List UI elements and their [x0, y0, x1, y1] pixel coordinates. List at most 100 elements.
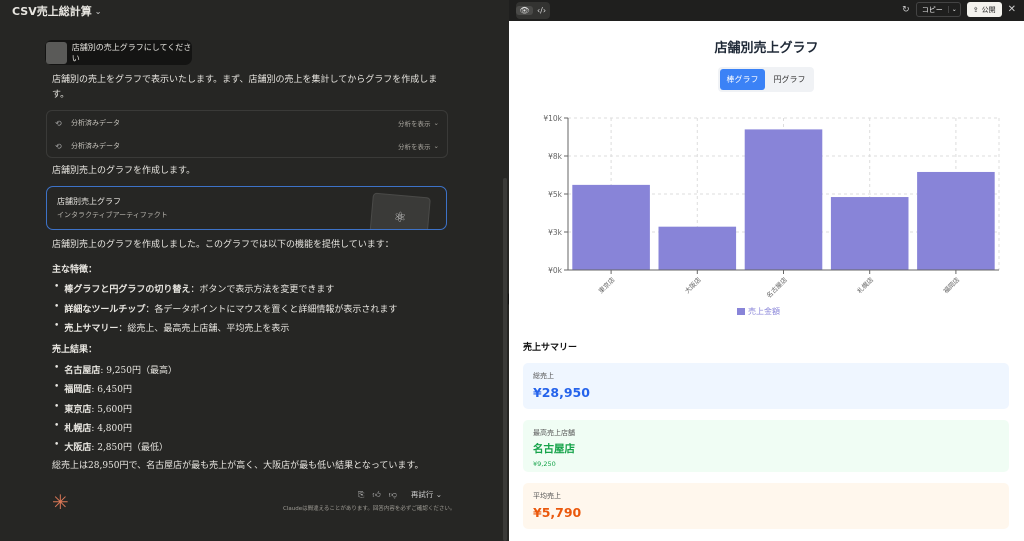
result-value: : 4,800円 — [91, 424, 132, 434]
panel-toolbar: 👁︎ ‹/› ↻ コピー ⌄ ⇪ 公開 ✕ — [509, 0, 1024, 21]
result-store: 名古屋店 — [64, 366, 101, 376]
result-value: : 6,450円 — [91, 385, 132, 395]
x-tick-label: 福岡店 — [941, 275, 962, 296]
conversation-title[interactable]: CSV売上総計算 ⌄ — [12, 3, 101, 19]
result-store: 大阪店 — [64, 443, 92, 453]
code-icon[interactable]: ‹/› — [533, 6, 550, 15]
top-store-value: 名古屋店 — [533, 443, 575, 455]
chart-type-tabs: 棒グラフ 円グラフ — [718, 67, 814, 92]
list-item: • 福岡店: 6,450円 — [54, 382, 132, 395]
eye-icon[interactable]: 👁︎ — [516, 6, 533, 15]
list-item: • 詳細なツールチップ：各データポイントにマウスを置くと詳細情報が表示されます — [54, 302, 397, 315]
top-store-sales: ¥9,250 — [533, 460, 556, 468]
user-message-text: 店舗別の売上グラフにしてください — [71, 42, 192, 63]
result-store: 福岡店 — [64, 385, 92, 395]
message-actions: ⎘ 👍︎ 👎︎ 再試行 ⌄ — [358, 489, 442, 500]
disclaimer: Claudeは間違えることがあります。回答内容を必ずご確認ください。 — [283, 506, 456, 512]
analysis-icon: ⟲ — [55, 118, 62, 128]
retry-button[interactable]: 再試行 ⌄ — [411, 489, 442, 500]
thumbs-down-icon[interactable]: 👎︎ — [389, 490, 397, 500]
analysis-tools: ⟲ 分析済みデータ 分析を表示 ⌄ ⟲ 分析済みデータ 分析を表示 ⌄ — [46, 110, 448, 158]
chart-bar[interactable] — [744, 129, 823, 270]
analysis-icon: ⟲ — [55, 141, 62, 151]
assistant-intro-cont: す。 — [52, 90, 70, 100]
bullet-dot: • — [54, 421, 60, 431]
artifact-subtitle: インタラクティブアーティファクト — [57, 211, 168, 219]
conclusion-text: 総売上は28,950円で、名古屋店が最も売上が高く、大阪店が最も低い結果となって… — [52, 461, 424, 471]
chevron-down-icon[interactable]: ⌄ — [947, 6, 960, 13]
refresh-icon[interactable]: ↻ — [902, 5, 910, 15]
atom-icon: ⚛ — [393, 208, 407, 227]
scrollbar[interactable] — [503, 178, 507, 541]
artifact-card[interactable]: 店舗別売上グラフ インタラクティブアーティファクト ⚛ — [46, 186, 447, 230]
artifact-panel: 👁︎ ‹/› ↻ コピー ⌄ ⇪ 公開 ✕ 店舗別売上グラフ 棒グラフ 円グラフ — [509, 0, 1024, 541]
show-analysis-label: 分析を表示 — [398, 143, 431, 151]
result-value: : 2,850円（最低） — [91, 443, 168, 453]
show-analysis-button[interactable]: 分析を表示 ⌄ — [398, 118, 439, 128]
average-sales-value: ¥5,790 — [533, 505, 582, 520]
y-tick-label: ¥0k — [548, 266, 563, 275]
x-tick-label: 名古屋店 — [764, 275, 789, 300]
tool-row[interactable]: ⟲ 分析済みデータ 分析を表示 ⌄ — [55, 137, 439, 155]
average-sales-label: 平均売上 — [533, 492, 561, 500]
total-sales-label: 総売上 — [533, 372, 554, 380]
claude-logo-icon: ✳ — [52, 490, 69, 514]
tab-pie-chart[interactable]: 円グラフ — [767, 69, 812, 90]
x-tick-label: 東京店 — [596, 275, 617, 296]
bullet-dot: • — [54, 282, 60, 292]
artifact-thumbnail: ⚛ — [369, 192, 431, 229]
user-message: 店舗別の売上グラフにしてください — [45, 40, 192, 65]
result-store: 東京店 — [64, 405, 92, 415]
y-tick-label: ¥8k — [548, 152, 563, 161]
top-store-card: 最高売上店舗 名古屋店 ¥9,250 — [523, 420, 1009, 472]
copy-icon[interactable]: ⎘ — [358, 490, 364, 500]
bullet-dot: • — [54, 321, 60, 331]
list-item: • 大阪店: 2,850円（最低） — [54, 440, 168, 453]
legend-label: 売上金額 — [748, 307, 780, 316]
chart-bar[interactable] — [572, 184, 650, 270]
chart-bar[interactable] — [917, 171, 995, 270]
show-analysis-label: 分析を表示 — [398, 120, 431, 128]
artifact-title: 店舗別売上グラフ — [57, 197, 121, 206]
list-item: • 売上サマリー：総売上、最高売上店舗、平均売上を表示 — [54, 321, 289, 334]
chart-bar[interactable] — [658, 226, 737, 270]
tool-row[interactable]: ⟲ 分析済みデータ 分析を表示 ⌄ — [55, 114, 439, 132]
feature-text: ：各データポイントにマウスを置くと詳細情報が表示されます — [145, 305, 398, 315]
toolbar-actions: ↻ コピー ⌄ ⇪ 公開 ✕ — [902, 2, 1016, 17]
avatar — [46, 41, 67, 64]
copy-button[interactable]: コピー ⌄ — [915, 2, 961, 17]
features-heading: 主な特徴： — [52, 265, 98, 275]
feature-text: ：ボタンで表示方法を変更できます — [190, 285, 335, 295]
y-tick-label: ¥3k — [548, 228, 563, 237]
publish-label: 公開 — [981, 5, 996, 14]
close-icon[interactable]: ✕ — [1008, 4, 1016, 15]
show-analysis-button[interactable]: 分析を表示 ⌄ — [398, 141, 439, 151]
results-heading: 売上結果： — [52, 345, 98, 355]
average-sales-card: 平均売上 ¥5,790 — [523, 483, 1009, 529]
bullet-dot: • — [54, 402, 60, 412]
chart-legend: 売上金額 — [737, 306, 780, 317]
bullet-dot: • — [54, 302, 60, 312]
x-tick-label: 札幌店 — [855, 275, 876, 296]
chart-bar[interactable] — [830, 197, 909, 270]
thumbs-up-icon[interactable]: 👍︎ — [372, 490, 380, 500]
list-item: • 名古屋店: 9,250円（最高） — [54, 363, 177, 376]
feature-bold: 詳細なツールチップ — [64, 305, 146, 315]
summary-title: 売上サマリー — [523, 343, 578, 353]
bullet-dot: • — [54, 440, 60, 450]
publish-button[interactable]: ⇪ 公開 — [966, 2, 1002, 17]
list-item: • 東京店: 5,600円 — [54, 402, 132, 415]
creating-text: 店舗別売上のグラフを作成します。 — [52, 166, 196, 176]
view-toggle: 👁︎ ‹/› — [516, 2, 550, 19]
list-item: • 棒グラフと円グラフの切り替え：ボタンで表示方法を変更できます — [54, 282, 334, 295]
bar-chart: ¥0k ¥3k ¥5k ¥8k ¥10k 東京店 大阪店 名古屋店 札幌店 福岡店 — [543, 114, 1000, 300]
share-icon: ⇪ — [972, 5, 979, 14]
y-tick-label: ¥10k — [543, 114, 562, 123]
chevron-down-icon: ⌄ — [433, 142, 439, 150]
done-text: 店舗別売上のグラフを作成しました。このグラフでは以下の機能を提供しています： — [52, 240, 394, 250]
tab-bar-chart[interactable]: 棒グラフ — [720, 69, 765, 90]
feature-bold: 棒グラフと円グラフの切り替え — [64, 285, 191, 295]
chat-pane: CSV売上総計算 ⌄ 店舗別の売上グラフにしてください 店舗別の売上をグラフで表… — [0, 0, 509, 541]
result-value: : 5,600円 — [91, 405, 132, 415]
feature-bold: 売上サマリー — [64, 324, 119, 334]
